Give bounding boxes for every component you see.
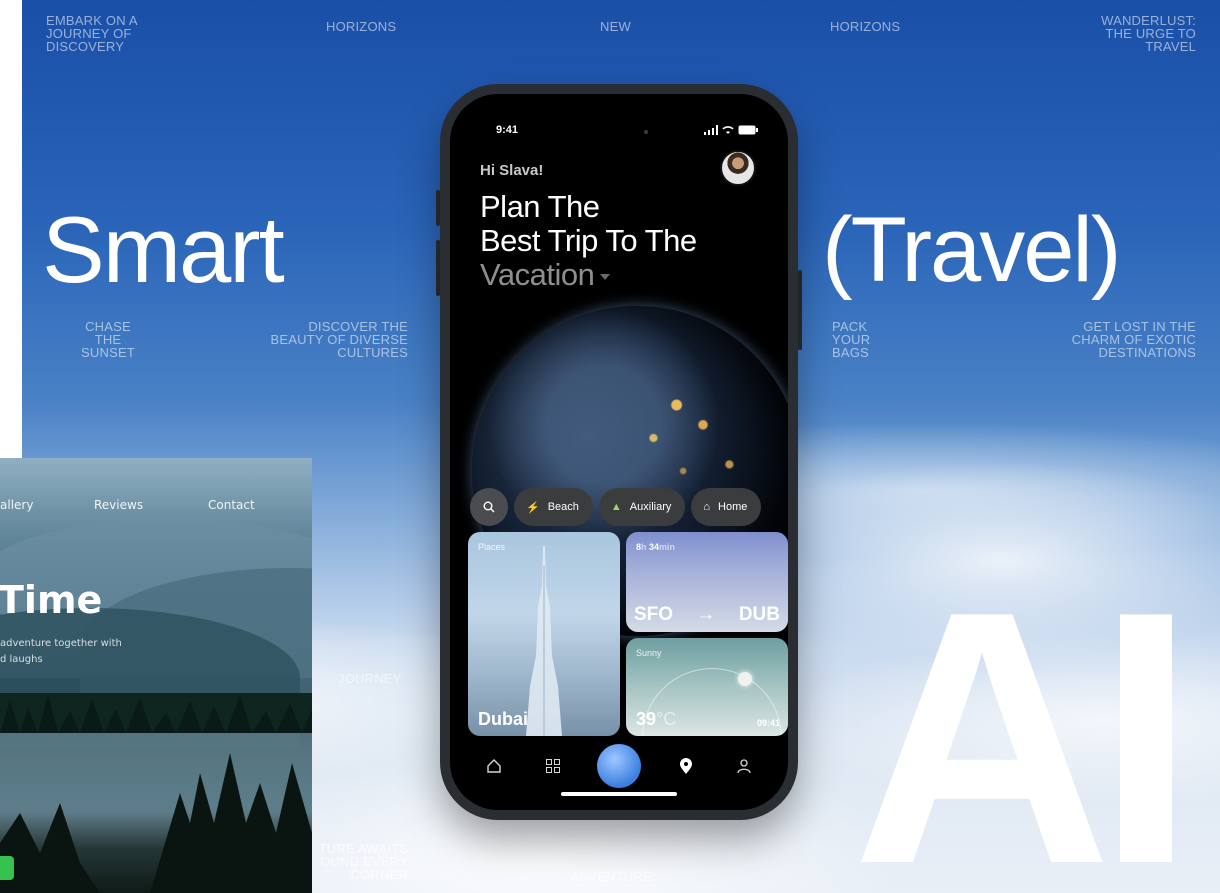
chip-beach[interactable]: ⚡ Beach [514, 488, 593, 526]
phone-mockup: 9:41 Hi Slava! Plan The Best Trip To The… [440, 84, 798, 820]
battery-icon [738, 125, 758, 135]
greeting: Hi Slava! [480, 162, 544, 179]
origin-code: SFO [634, 604, 674, 625]
trip-type-label: Vacation [480, 257, 595, 292]
tagline-horizons-right: HORIZONS [830, 19, 901, 34]
weather-time: 09:41 [756, 718, 780, 728]
tab-main-action[interactable] [597, 744, 641, 788]
forest-illustration [0, 693, 312, 893]
flight-card[interactable]: 8h 34min SFO → DUB [626, 532, 788, 632]
tagline-wanderlust: WANDERLUST: THE URGE TO TRAVEL [1101, 13, 1196, 54]
tab-profile[interactable] [730, 752, 758, 780]
avatar[interactable] [720, 150, 756, 186]
temperature: 39°C [636, 709, 677, 729]
category-chips: ⚡ Beach ▲ Auxiliary ⌂ Home [470, 488, 762, 526]
city-name: Dubai [478, 709, 529, 729]
website-preview: allery Reviews Contact Time adventure to… [0, 458, 312, 893]
places-label: Places [478, 542, 506, 552]
camera-dot [644, 130, 648, 134]
headline-travel: (Travel) [822, 199, 1121, 301]
signal-icon [704, 125, 718, 135]
tagline-chase: CHASE THE SUNSET [81, 319, 135, 360]
chip-home[interactable]: ⌂ Home [691, 488, 762, 526]
places-card[interactable]: Places Dubai [468, 532, 620, 736]
location-pin-icon [679, 758, 692, 774]
flight-route: SFO → DUB [634, 604, 780, 626]
nav-link-gallery[interactable]: allery [0, 498, 33, 512]
tab-location[interactable] [672, 752, 700, 780]
tagline-discover: DISCOVER THE BEAUTY OF DIVERSE CULTURES [270, 319, 408, 360]
tagline-journey: JOURNEY [338, 671, 402, 686]
beach-icon: ⚡ [526, 501, 540, 514]
sun-icon [738, 672, 752, 686]
burj-khalifa-illustration [526, 546, 562, 736]
status-bar: 9:41 [496, 124, 758, 138]
page-title: Plan The Best Trip To The Vacation [480, 190, 697, 292]
phone-screen: 9:41 Hi Slava! Plan The Best Trip To The… [450, 94, 788, 810]
tagline-adventure: ADVENTURE [570, 869, 652, 884]
tagline-horizons-left: HORIZONS [326, 19, 397, 34]
site-subtext: adventure together with d laughs [0, 638, 122, 665]
chip-auxiliary[interactable]: ▲ Auxiliary [598, 488, 686, 526]
chevron-down-icon [600, 273, 611, 280]
search-button[interactable] [470, 488, 508, 526]
user-icon [737, 759, 751, 774]
tagline-pack: PACK YOUR BAGS [832, 319, 871, 360]
status-icons [704, 125, 758, 135]
nav-link-contact[interactable]: Contact [208, 498, 255, 512]
tab-grid[interactable] [539, 752, 567, 780]
tab-bar [468, 744, 770, 788]
status-time: 9:41 [496, 124, 519, 136]
destination-code: DUB [738, 604, 780, 625]
chip-label: Home [718, 501, 748, 513]
headline-smart: Smart [42, 197, 285, 302]
wifi-icon [722, 126, 734, 134]
trip-type-dropdown[interactable]: Vacation [480, 258, 697, 292]
tagline-new: NEW [600, 19, 631, 34]
home-outline-icon [487, 759, 501, 773]
title-line-1: Plan The [480, 189, 600, 224]
nav-link-reviews[interactable]: Reviews [94, 498, 143, 512]
weather-label: Sunny [636, 648, 662, 658]
tagline-lost: GET LOST IN THE CHARM OF EXOTIC DESTINAT… [1071, 319, 1196, 360]
phone-side-button [798, 270, 802, 350]
tab-home[interactable] [480, 752, 508, 780]
chip-label: Beach [547, 501, 579, 513]
flight-duration: 8h 34min [636, 542, 676, 552]
home-indicator[interactable] [561, 792, 677, 796]
title-line-2: Best Trip To The [480, 223, 697, 258]
grid-icon [545, 759, 560, 773]
weather-card[interactable]: Sunny 39°C 09:41 [626, 638, 788, 736]
site-cta-button[interactable] [0, 856, 14, 880]
tagline-embark: EMBARK ON A JOURNEY OF DISCOVERY [46, 13, 138, 54]
arrow-right-icon: → [696, 604, 716, 625]
search-icon [483, 501, 495, 513]
home-icon: ⌂ [703, 501, 711, 513]
headline-ai: AI [852, 537, 1196, 893]
chip-label: Auxiliary [629, 501, 672, 513]
site-headline: Time [0, 578, 103, 622]
auxiliary-icon: ▲ [610, 501, 622, 513]
